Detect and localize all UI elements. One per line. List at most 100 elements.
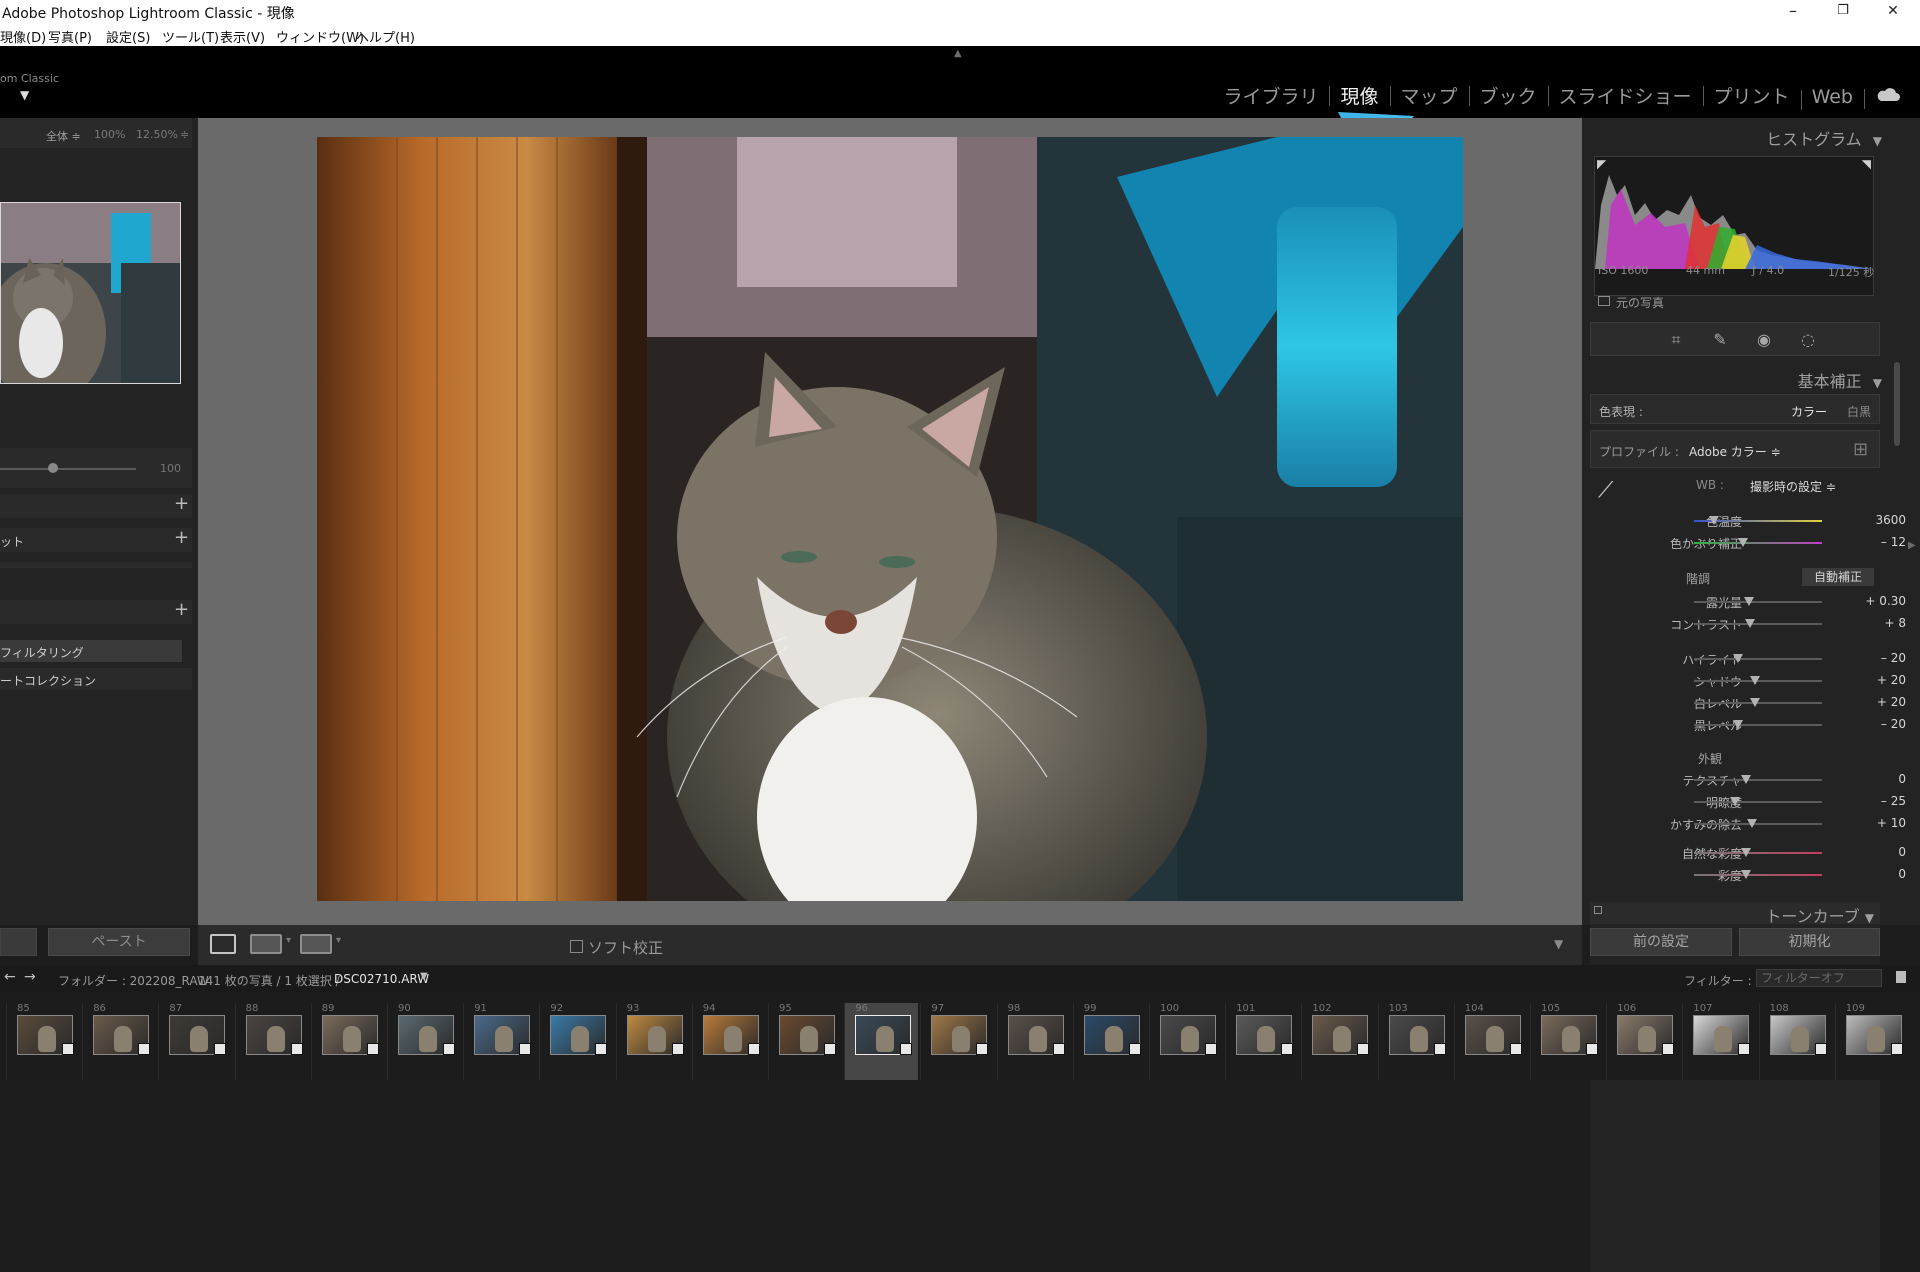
filmstrip-cell[interactable]: 96 <box>844 1003 919 1080</box>
module-slideshow[interactable]: スライドショー <box>1547 82 1703 109</box>
top-panel-toggle-icon[interactable]: ▲ <box>954 48 962 59</box>
menu-view[interactable]: 表示(V) <box>220 27 265 46</box>
slider-track[interactable] <box>1694 516 1822 525</box>
reset-button[interactable]: 初期化 <box>1739 928 1880 956</box>
slider-value[interactable]: + 20 <box>1877 673 1906 687</box>
slider-value[interactable]: 0 <box>1898 772 1906 786</box>
slider-track[interactable] <box>1694 797 1822 806</box>
previous-settings-button[interactable]: 前の設定 <box>1590 928 1732 956</box>
slider-value[interactable]: 0 <box>1898 867 1906 881</box>
slider-track[interactable] <box>1694 597 1822 606</box>
slider-value[interactable]: – 25 <box>1881 794 1906 808</box>
before-after-dropdown-icon[interactable]: ▾ <box>286 935 291 946</box>
slider-track[interactable] <box>1694 819 1822 828</box>
filmstrip-cell[interactable]: 97 <box>920 1003 994 1080</box>
filmstrip-cell[interactable]: 101 <box>1225 1003 1299 1080</box>
softproof-checkbox[interactable] <box>570 940 583 953</box>
filmstrip-cell[interactable]: 106 <box>1606 1003 1680 1080</box>
slider-knob[interactable] <box>1741 775 1752 784</box>
toolbar-menu-icon[interactable]: ▼ <box>1554 937 1563 951</box>
filmstrip-cell[interactable]: 108 <box>1758 1003 1833 1080</box>
slider-track[interactable] <box>1694 848 1822 857</box>
filmstrip-cell[interactable]: 100 <box>1149 1003 1223 1080</box>
slider-track[interactable] <box>1694 698 1822 707</box>
slider-value[interactable]: 3600 <box>1875 513 1906 527</box>
slider-knob[interactable] <box>1744 597 1755 606</box>
add-collection-icon[interactable]: + <box>174 599 189 620</box>
filmstrip-cell[interactable]: 94 <box>691 1003 766 1080</box>
filmstrip-cell[interactable]: 85 <box>6 1003 80 1080</box>
add-preset-icon[interactable]: + <box>174 493 189 514</box>
slider-track[interactable] <box>1694 720 1822 729</box>
navigator-zoom-dropdown-icon[interactable]: ≑ <box>180 128 189 141</box>
filmstrip-cell[interactable]: 103 <box>1377 1003 1452 1080</box>
filmstrip-cell[interactable]: 89 <box>310 1003 385 1080</box>
slider-knob[interactable] <box>1741 870 1752 879</box>
before-after-icon[interactable] <box>300 934 332 954</box>
right-panel-toggle-icon[interactable]: ▶ <box>1908 540 1916 551</box>
slider-knob[interactable] <box>1741 848 1752 857</box>
filter-dropdown[interactable]: フィルターオフ <box>1756 969 1882 987</box>
navigator-slider-knob[interactable] <box>48 463 58 473</box>
navigator-zoom-custom[interactable]: 12.50% <box>136 128 178 141</box>
menu-tools[interactable]: ツール(T) <box>162 27 219 46</box>
cloud-icon[interactable] <box>1864 85 1912 109</box>
slider-track[interactable] <box>1694 538 1822 547</box>
filmstrip-cell[interactable]: 107 <box>1682 1003 1756 1080</box>
slider-value[interactable]: – 20 <box>1881 717 1906 731</box>
slider-knob[interactable] <box>1732 654 1743 663</box>
slider-track[interactable] <box>1694 676 1822 685</box>
slider-knob[interactable] <box>1737 538 1748 547</box>
forward-arrow-icon[interactable]: → <box>24 969 36 985</box>
slider-knob[interactable] <box>1750 676 1761 685</box>
menu-window[interactable]: ウィンドウ(W) <box>276 27 364 46</box>
add-snapshot-icon[interactable]: + <box>174 527 189 548</box>
slider-knob[interactable] <box>1745 619 1756 628</box>
close-button[interactable]: ✕ <box>1870 0 1916 24</box>
tone-curve-header[interactable]: トーンカーブ ▼ <box>1590 902 1880 926</box>
menu-help[interactable]: ヘルプ(H) <box>356 27 415 46</box>
slider-value[interactable]: + 8 <box>1884 616 1906 630</box>
slider-knob[interactable] <box>1750 698 1761 707</box>
slider-track[interactable] <box>1694 619 1822 628</box>
slider-knob[interactable] <box>1729 797 1740 806</box>
menu-settings[interactable]: 設定(S) <box>106 27 150 46</box>
expand-tone-curve-icon[interactable]: ▼ <box>1865 911 1874 925</box>
filmstrip-cell[interactable]: 93 <box>615 1003 690 1080</box>
loupe-view-icon[interactable] <box>210 934 236 954</box>
slider-value[interactable]: – 12 <box>1881 535 1906 549</box>
minimize-button[interactable]: – <box>1770 0 1816 24</box>
slider-value[interactable]: 0 <box>1898 845 1906 859</box>
module-web[interactable]: Web <box>1800 86 1864 110</box>
slider-value[interactable]: + 0.30 <box>1865 594 1906 608</box>
slider-track[interactable] <box>1694 654 1822 663</box>
filmstrip-cell[interactable]: 105 <box>1530 1003 1604 1080</box>
filmstrip-cell[interactable]: 109 <box>1834 1003 1909 1080</box>
filmstrip-cell[interactable]: 91 <box>463 1003 537 1080</box>
right-panel-scrollbar[interactable] <box>1894 362 1900 446</box>
identity-dropdown-icon[interactable]: ▼ <box>20 88 29 102</box>
menu-photo[interactable]: 写真(P) <box>48 27 92 46</box>
slider-track[interactable] <box>1694 870 1822 879</box>
filmstrip-cell[interactable]: 87 <box>158 1003 232 1080</box>
main-photo[interactable] <box>317 137 1463 901</box>
filmstrip-cell[interactable]: 86 <box>82 1003 156 1080</box>
filmstrip-cell[interactable]: 92 <box>539 1003 613 1080</box>
filmstrip-cell[interactable]: 95 <box>768 1003 842 1080</box>
copy-button[interactable] <box>0 928 37 956</box>
navigator-preview[interactable] <box>0 202 181 384</box>
filter-lock-icon[interactable] <box>1896 971 1906 983</box>
tone-curve-toggle-icon[interactable] <box>1594 906 1602 914</box>
before-after-mode-dropdown-icon[interactable]: ▾ <box>336 935 341 946</box>
auto-tone-button[interactable]: 自動補正 <box>1802 568 1874 586</box>
filmstrip-cell[interactable]: 104 <box>1453 1003 1528 1080</box>
back-arrow-icon[interactable]: ← <box>4 969 16 985</box>
slider-value[interactable]: + 20 <box>1877 695 1906 709</box>
filename-dropdown-icon[interactable]: ▼ <box>420 971 428 982</box>
navigator-fit[interactable]: 全体 ≑ <box>46 128 81 144</box>
slider-value[interactable]: – 20 <box>1881 651 1906 665</box>
slider-value[interactable]: + 10 <box>1877 816 1906 830</box>
before-after-lr-icon[interactable] <box>250 934 282 954</box>
menu-develop[interactable]: 現像(D) <box>0 27 46 46</box>
source-folder[interactable]: フォルダー : 202208_RAW <box>58 972 209 989</box>
